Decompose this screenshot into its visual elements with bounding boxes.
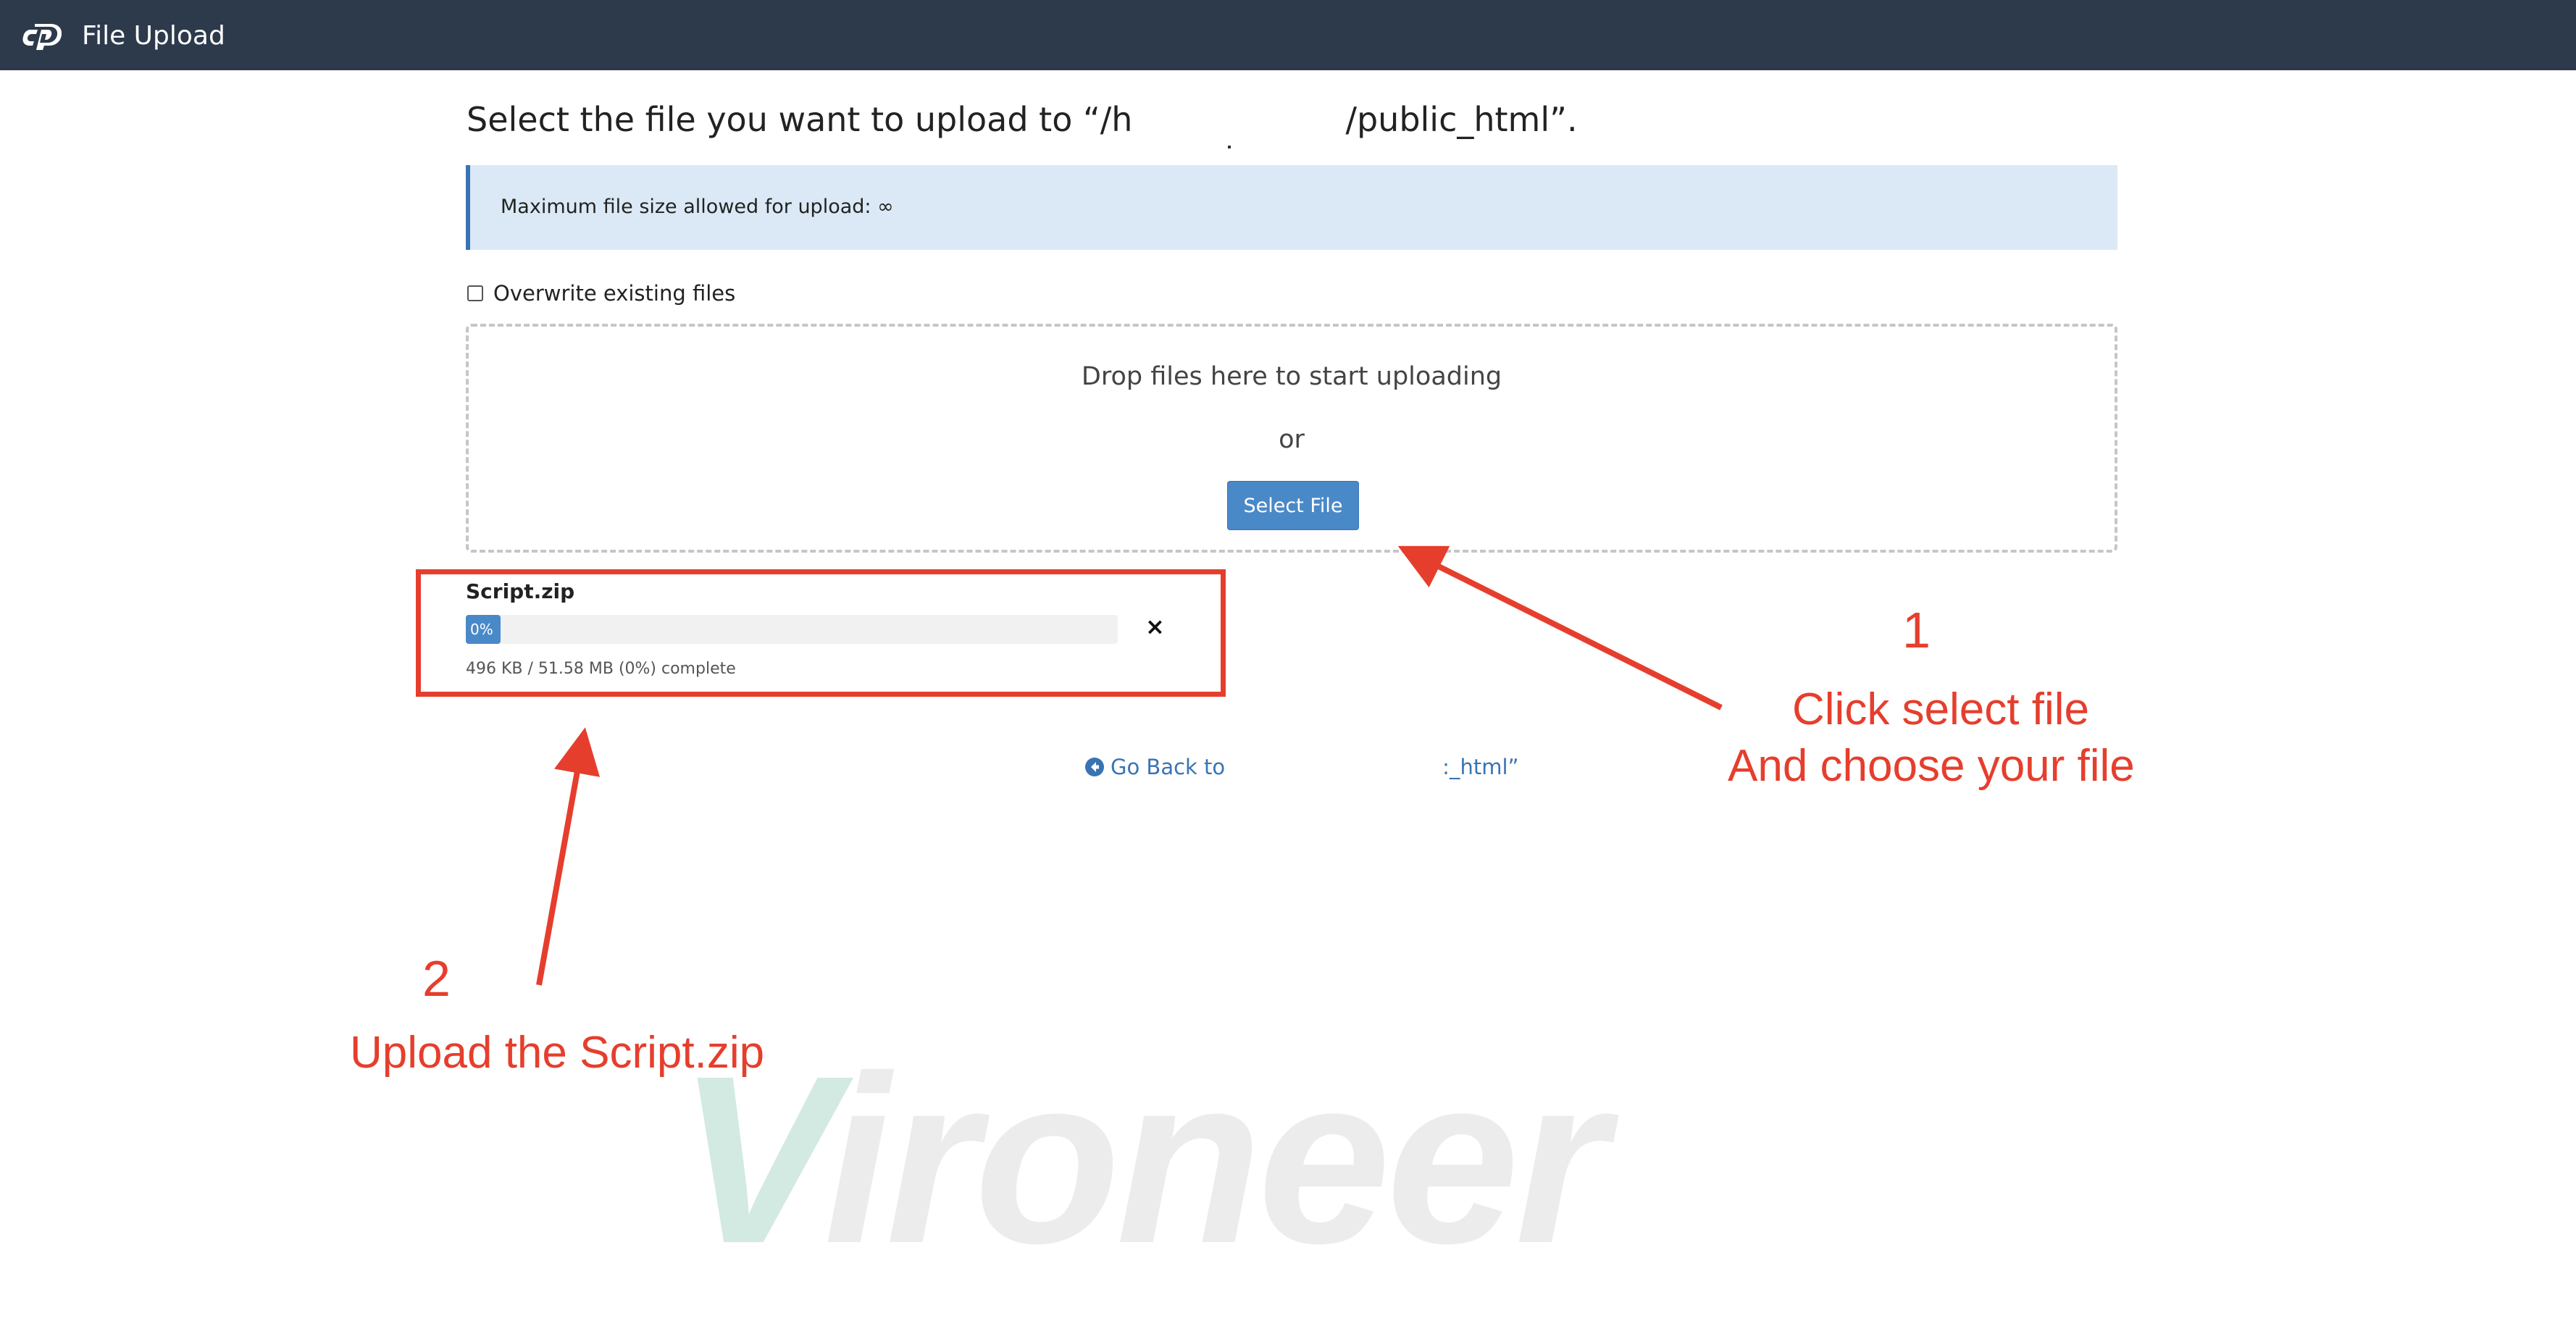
go-back-link[interactable]: Go Back to :_html” — [1084, 755, 1519, 779]
overwrite-label[interactable]: Overwrite existing files — [493, 281, 735, 306]
page-title: Select the file you want to upload to “/… — [467, 96, 1578, 148]
upload-highlight-box — [416, 569, 1226, 697]
step-2-instruction: Upload the Script.zip — [350, 1028, 765, 1078]
vironeer-watermark: Vironeer — [677, 1040, 1608, 1279]
overwrite-option[interactable]: Overwrite existing files — [467, 281, 735, 306]
step-1-instruction-line-2: And choose your file — [1728, 741, 2135, 791]
app-title: File Upload — [82, 21, 225, 51]
go-back-prefix[interactable]: Go Back to — [1111, 755, 1225, 779]
info-alert: Maximum file size allowed for upload: ∞ — [466, 165, 2117, 250]
watermark-rest: ironeer — [823, 1026, 1608, 1293]
arrow-to-select-file — [1397, 545, 1723, 711]
top-bar: File Upload — [0, 0, 2576, 70]
page-title-prefix: Select the file you want to upload to “/… — [467, 100, 1133, 139]
overwrite-checkbox[interactable] — [467, 285, 483, 301]
drop-zone-text: Drop files here to start uploading — [1081, 362, 1502, 391]
max-file-size-text: Maximum file size allowed for upload: ∞ — [501, 196, 894, 218]
arrow-to-upload-item — [536, 727, 601, 986]
redacted-path — [1132, 107, 1346, 148]
arrow-left-circle-icon[interactable] — [1084, 757, 1105, 777]
go-back-suffix[interactable]: :_html” — [1442, 755, 1518, 779]
step-1-instruction-line-1: Click select file — [1792, 684, 2089, 734]
cpanel-logo-icon[interactable] — [22, 20, 68, 51]
step-1-number: 1 — [1902, 602, 1931, 658]
step-2-number: 2 — [422, 950, 451, 1007]
page: File Upload Select the file you want to … — [0, 0, 2576, 1337]
page-title-suffix: /public_html”. — [1345, 100, 1578, 139]
or-text: or — [1279, 425, 1305, 454]
drop-zone[interactable]: Drop files here to start uploading or Se… — [466, 324, 2117, 553]
select-file-button[interactable]: Select File — [1227, 481, 1359, 530]
